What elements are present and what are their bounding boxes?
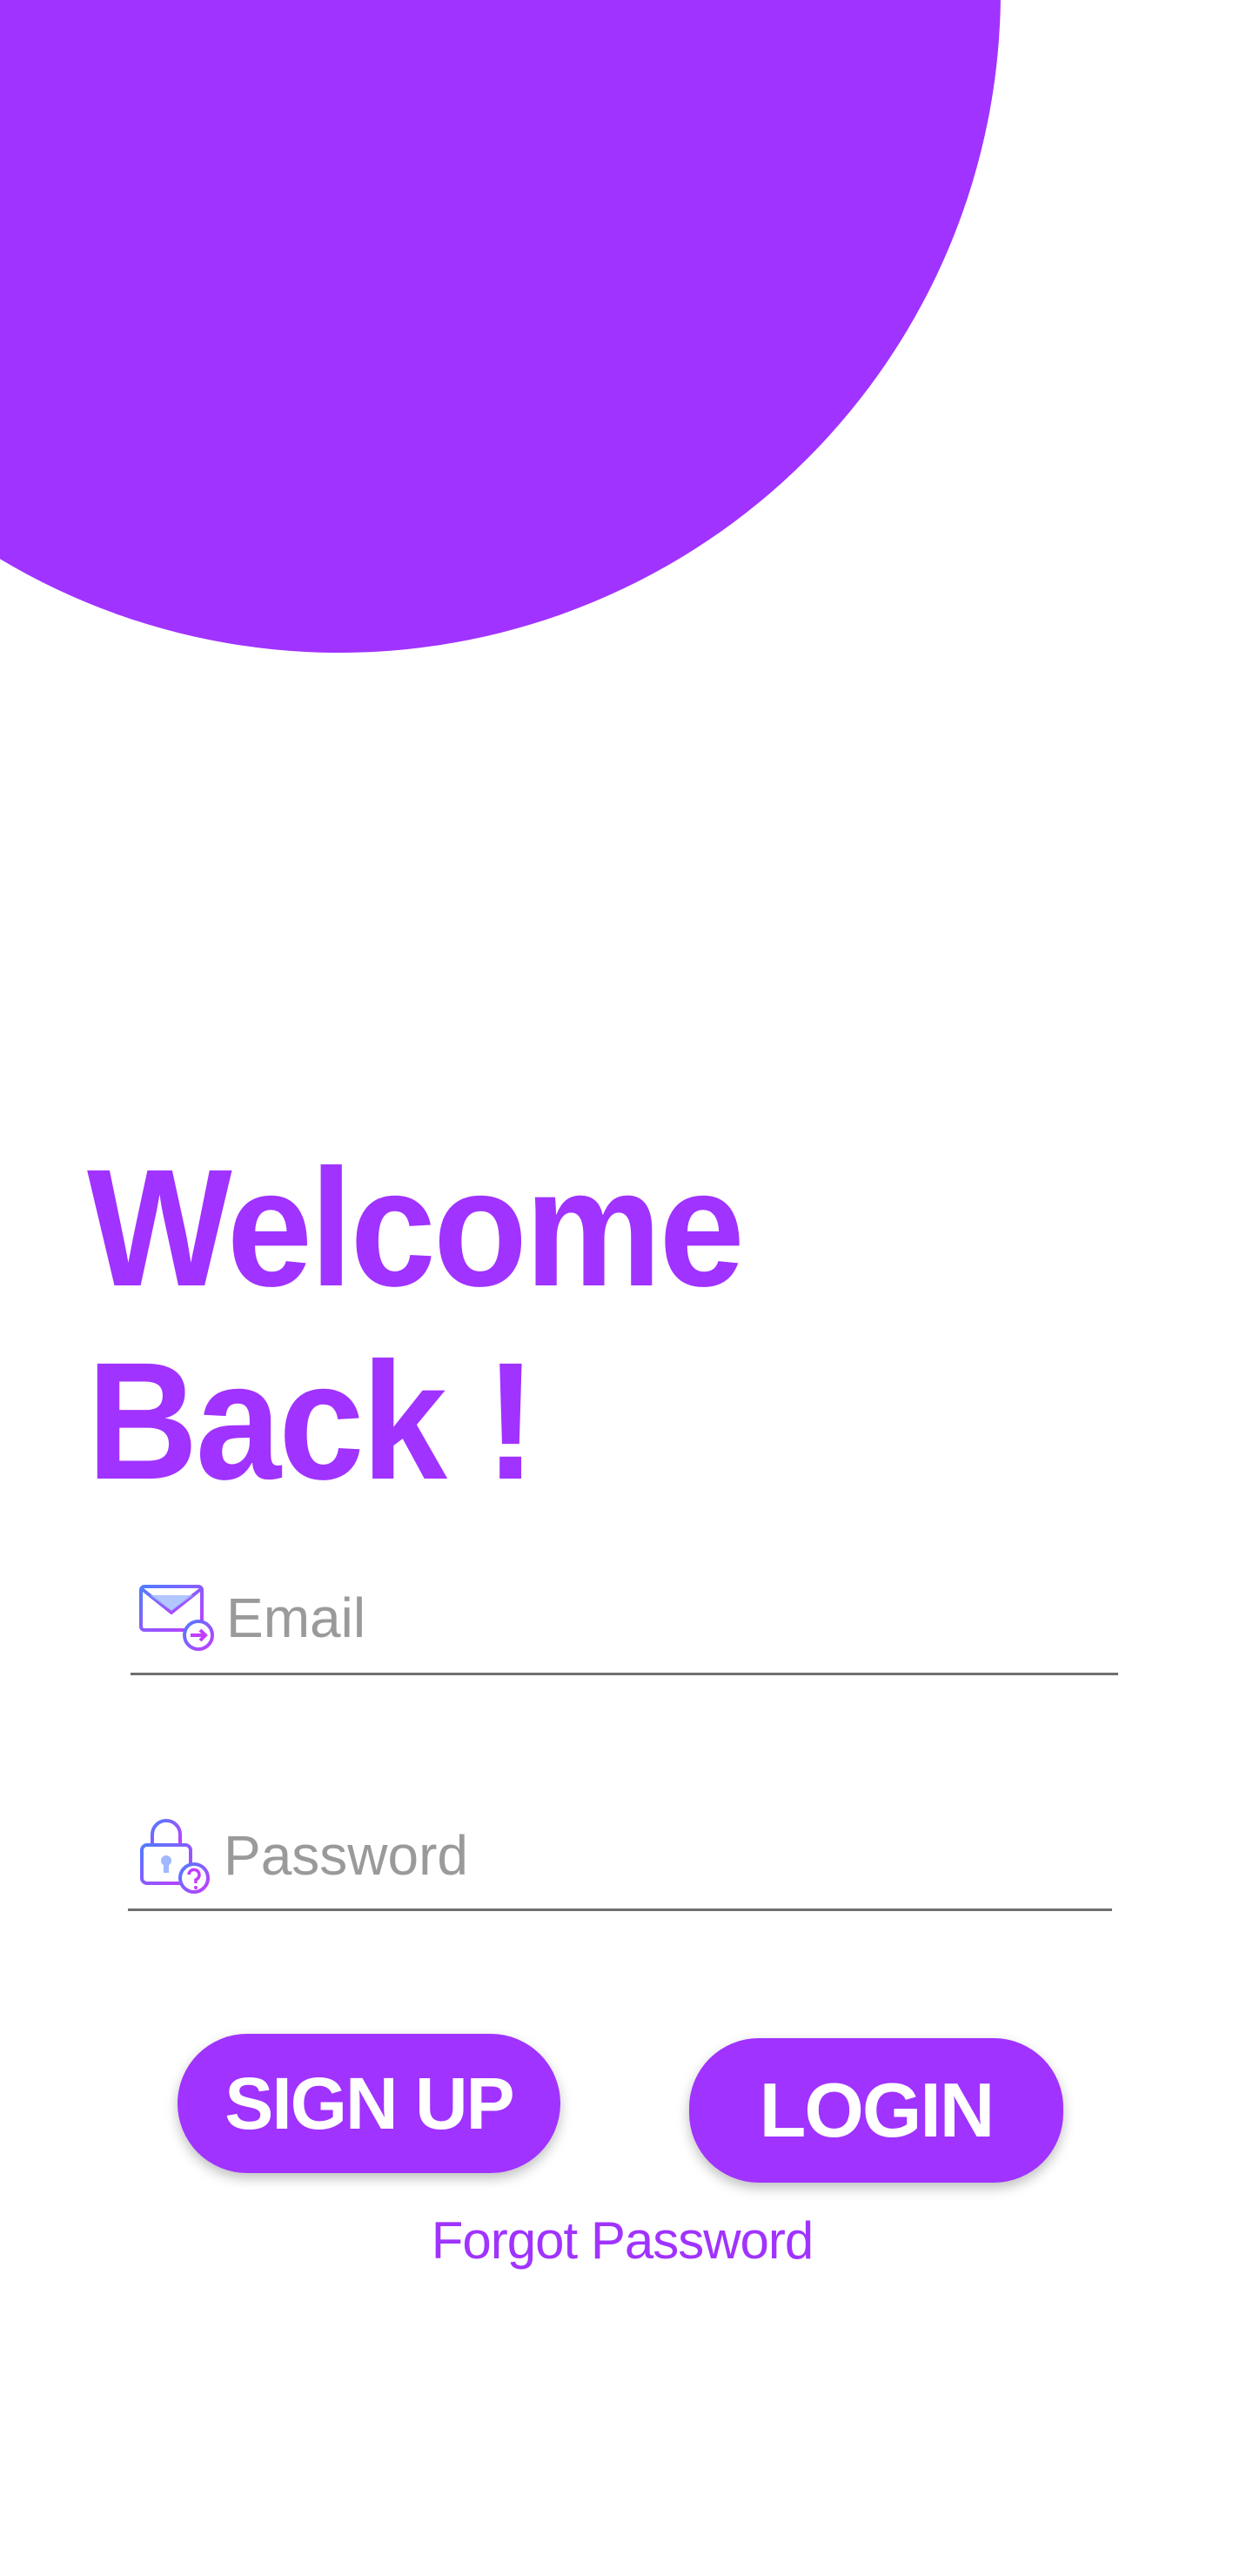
- email-field: [131, 1562, 1118, 1675]
- password-field: [128, 1801, 1112, 1911]
- email-input[interactable]: [226, 1585, 1009, 1650]
- sign-up-button[interactable]: SIGN UP: [178, 2034, 560, 2173]
- welcome-heading: Welcome Back !: [87, 1131, 745, 1518]
- login-screen: Welcome Back ! Email SIGN UP LOGIN Forgo…: [0, 0, 1253, 2576]
- welcome-line-1: Welcome: [87, 1134, 745, 1321]
- login-button[interactable]: LOGIN: [689, 2038, 1063, 2183]
- forgot-password-label: Forgot Password: [431, 2211, 814, 2270]
- email-icon: [139, 1584, 214, 1651]
- forgot-password-link[interactable]: Forgot Password: [0, 2210, 1253, 2271]
- lock-icon: [140, 1818, 210, 1894]
- decorative-circle: [0, 0, 1001, 653]
- welcome-line-2: Back !: [87, 1327, 536, 1514]
- password-input[interactable]: [224, 1822, 1007, 1888]
